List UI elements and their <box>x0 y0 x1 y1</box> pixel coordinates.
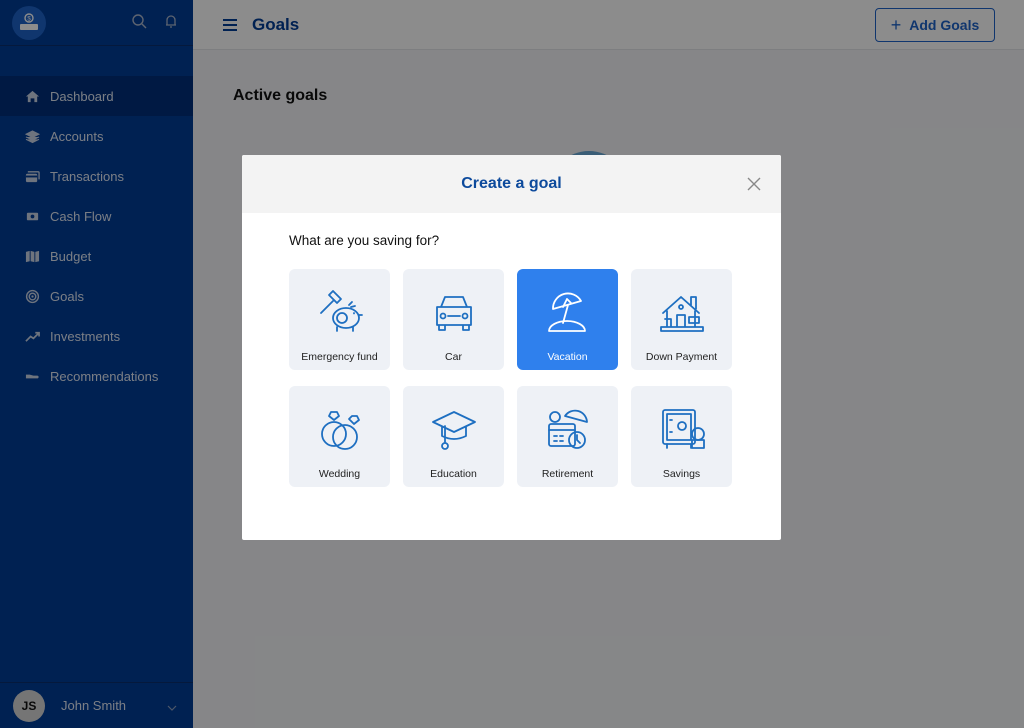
goal-card-car[interactable]: Car <box>403 269 504 370</box>
goal-card-label: Wedding <box>318 468 361 480</box>
modal-question: What are you saving for? <box>289 233 440 248</box>
goal-card-wedding[interactable]: Wedding <box>289 386 390 487</box>
goal-card-retirement[interactable]: Retirement <box>517 386 618 487</box>
goal-type-grid: Emergency fund Car Vacation Down Payment… <box>289 269 732 487</box>
beach-umbrella-icon <box>543 289 593 335</box>
goal-card-vacation[interactable]: Vacation <box>517 269 618 370</box>
goal-card-down-payment[interactable]: Down Payment <box>631 269 732 370</box>
calendar-clock-icon <box>543 406 593 452</box>
goal-card-label: Education <box>430 468 477 480</box>
close-icon[interactable] <box>747 177 761 191</box>
goal-card-education[interactable]: Education <box>403 386 504 487</box>
goal-card-label: Down Payment <box>645 351 718 363</box>
goal-card-label: Car <box>445 351 462 363</box>
piggy-bank-hammer-icon <box>315 289 365 335</box>
create-goal-modal: Create a goal What are you saving for? E… <box>242 155 781 540</box>
modal-title: Create a goal <box>461 175 562 192</box>
safe-icon <box>657 406 707 452</box>
goal-card-label: Retirement <box>541 468 594 480</box>
car-icon <box>429 289 479 335</box>
goal-card-emergency-fund[interactable]: Emergency fund <box>289 269 390 370</box>
goal-card-label: Savings <box>662 468 701 480</box>
goal-card-label: Vacation <box>547 351 588 363</box>
house-icon <box>657 289 707 335</box>
graduation-cap-icon <box>429 406 479 452</box>
rings-icon <box>315 406 365 452</box>
modal-header: Create a goal <box>242 155 781 213</box>
goal-card-savings[interactable]: Savings <box>631 386 732 487</box>
goal-card-label: Emergency fund <box>301 351 378 363</box>
